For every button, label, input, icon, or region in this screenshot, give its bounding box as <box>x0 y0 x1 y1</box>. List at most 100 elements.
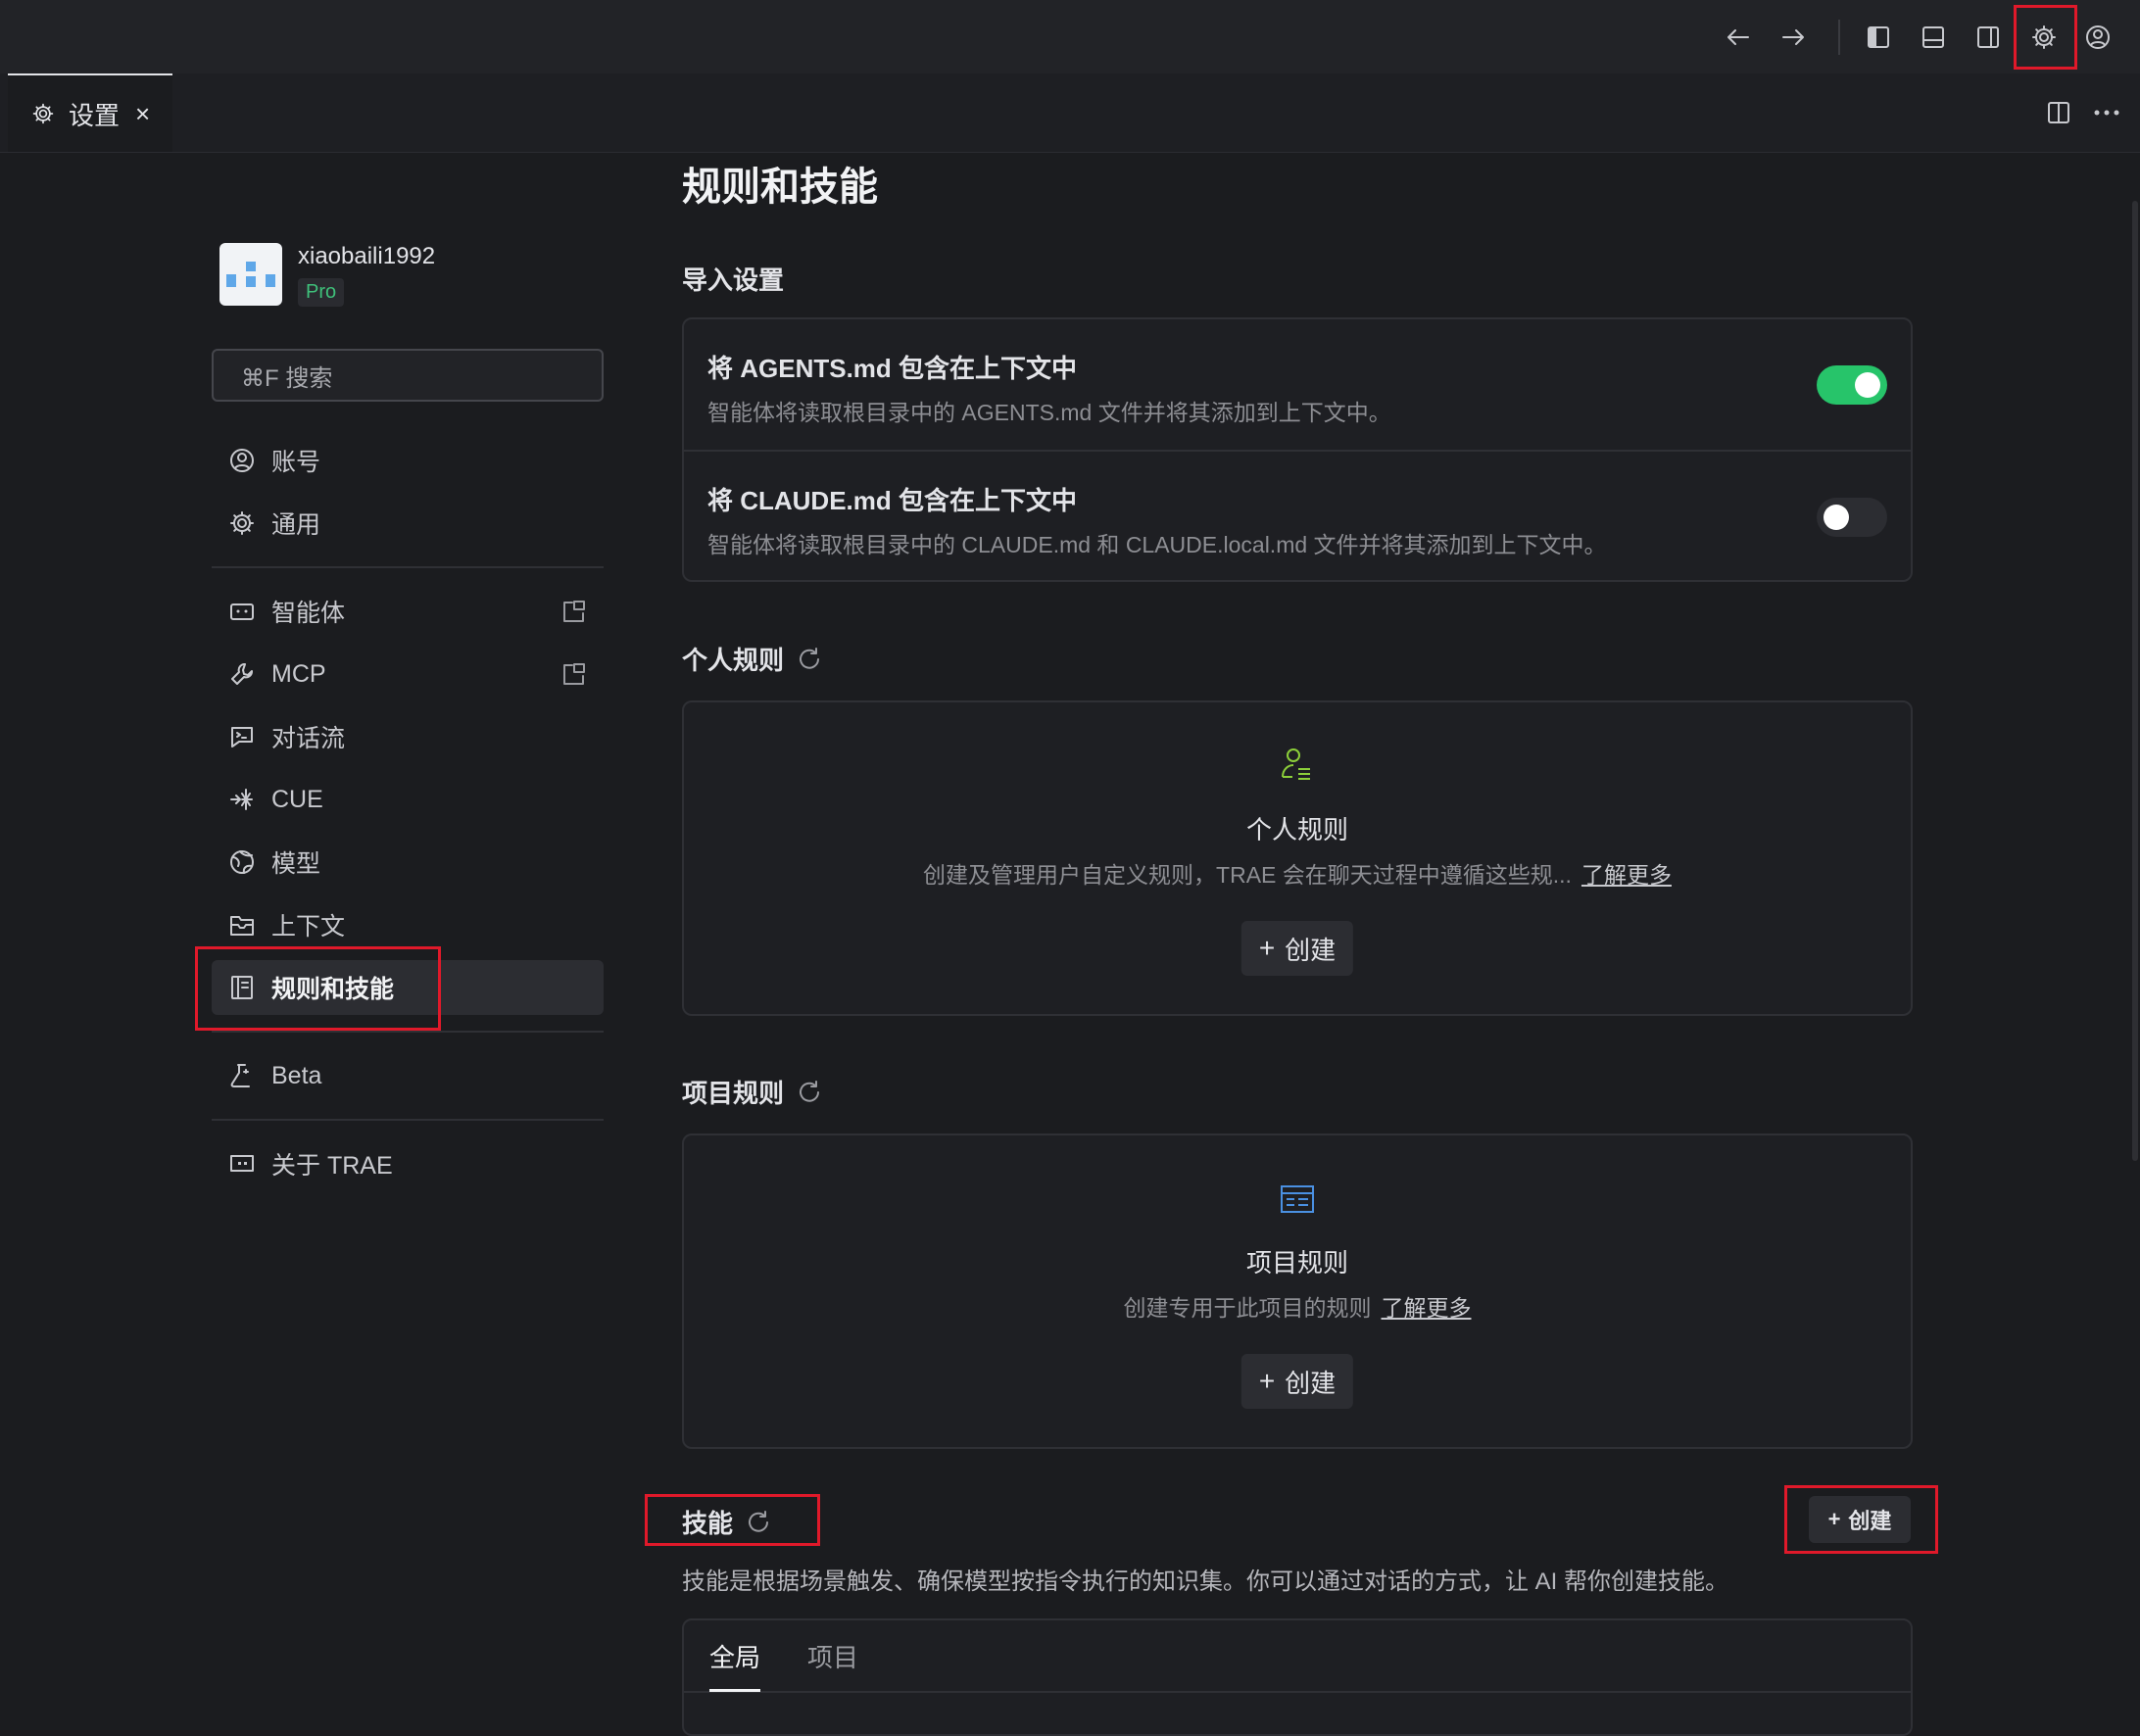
personal-rules-card: 个人规则 创建及管理用户自定义规则，TRAE 会在聊天过程中遵循这些规... 了解… <box>682 700 1913 1016</box>
sidebar-item-context[interactable]: 上下文 <box>212 897 604 952</box>
title-bar <box>0 0 2140 73</box>
split-editor-icon[interactable] <box>2045 99 2072 126</box>
tab-label: 设置 <box>69 100 121 130</box>
project-rules-empty-title: 项目规则 <box>1245 1248 1348 1278</box>
sidebar-item-label: 通用 <box>271 511 321 539</box>
tab-divider <box>684 1691 1911 1693</box>
toggle-left-panel-icon[interactable] <box>1860 19 1897 56</box>
external-link-icon <box>560 598 588 625</box>
sidebar-divider <box>212 1119 604 1121</box>
folder-icon <box>228 911 256 939</box>
search-input[interactable]: ⌘F 搜索 <box>212 349 604 402</box>
sidebar-item-label: Beta <box>271 1061 322 1089</box>
section-title-label: 项目规则 <box>682 1079 785 1108</box>
toggle-knob <box>1855 372 1880 398</box>
sidebar-item-label: 关于 TRAE <box>271 1152 393 1180</box>
plan-badge: Pro <box>298 278 345 307</box>
project-rules-icon <box>1278 1181 1317 1220</box>
claude-md-toggle[interactable] <box>1817 498 1887 537</box>
username: xiaobaili1992 <box>298 243 436 269</box>
sidebar-item-label: MCP <box>271 659 326 688</box>
sidebar-item-label: CUE <box>271 785 323 813</box>
skills-tabs-card: 全局 项目 <box>682 1618 1913 1736</box>
scrollbar[interactable] <box>2132 201 2138 1161</box>
personal-rules-title: 个人规则 <box>682 641 823 677</box>
claude-md-desc: 智能体将读取根目录中的 CLAUDE.md 和 CLAUDE.local.md … <box>707 532 1607 557</box>
sidebar-item-models[interactable]: 模型 <box>212 835 604 890</box>
section-title-label: 个人规则 <box>682 646 785 675</box>
skills-highlight-box <box>645 1494 820 1546</box>
robot-icon <box>228 598 256 625</box>
external-link-icon <box>560 660 588 688</box>
sidebar-item-general[interactable]: 通用 <box>212 496 604 551</box>
close-icon[interactable]: × <box>135 99 150 129</box>
learn-more-link[interactable]: 了解更多 <box>1581 862 1672 888</box>
active-tab-indicator <box>709 1689 760 1692</box>
editor-tab-bar: 设置 × <box>0 73 2140 153</box>
project-rules-desc-text: 创建专用于此项目的规则 <box>1123 1295 1372 1321</box>
refresh-icon[interactable] <box>796 646 823 673</box>
back-arrow-icon[interactable] <box>1720 19 1757 56</box>
globe-icon <box>228 848 256 876</box>
skills-description: 技能是根据场景触发、确保模型按指令执行的知识集。你可以通过对话的方式，让 AI … <box>682 1568 1729 1595</box>
gear-icon <box>31 102 55 125</box>
sidebar-item-label: 上下文 <box>271 913 346 940</box>
create-label: 创建 <box>1285 935 1337 965</box>
sidebar-item-conversation-flow[interactable]: 对话流 <box>212 709 604 764</box>
personal-rules-desc-text: 创建及管理用户自定义规则，TRAE 会在聊天过程中遵循这些规... <box>923 862 1572 888</box>
toolbar-divider <box>1838 20 1840 55</box>
rules-skills-highlight-box <box>195 946 441 1031</box>
agents-md-toggle[interactable] <box>1817 365 1887 405</box>
sidebar-item-label: 智能体 <box>271 600 346 627</box>
user-circle-icon <box>228 447 256 474</box>
trae-logo-icon <box>228 1150 256 1178</box>
sidebar-item-cue[interactable]: CUE <box>212 772 604 827</box>
create-project-rule-button[interactable]: + 创建 <box>1240 1354 1354 1409</box>
create-personal-rule-button[interactable]: + 创建 <box>1240 921 1354 976</box>
plus-icon: + <box>1258 1366 1276 1396</box>
project-rules-title: 项目规则 <box>682 1074 823 1110</box>
sidebar-item-label: 账号 <box>271 449 321 476</box>
toggle-bottom-panel-icon[interactable] <box>1915 19 1952 56</box>
sidebar-item-about[interactable]: 关于 TRAE <box>212 1136 604 1191</box>
tab-global[interactable]: 全局 <box>709 1638 760 1674</box>
project-rules-card: 项目规则 创建专用于此项目的规则 了解更多 + 创建 <box>682 1133 1913 1449</box>
gear-icon <box>228 509 256 537</box>
agents-md-title: 将 AGENTS.md 包含在上下文中 <box>707 354 1078 383</box>
account-icon[interactable] <box>2079 19 2116 56</box>
agents-md-desc: 智能体将读取根目录中的 AGENTS.md 文件并将其添加到上下文中。 <box>707 400 1391 425</box>
sidebar-item-account[interactable]: 账号 <box>212 433 604 488</box>
sidebar-item-beta[interactable]: Beta <box>212 1048 604 1103</box>
sidebar-item-label: 模型 <box>271 850 321 878</box>
tab-project[interactable]: 项目 <box>807 1638 858 1674</box>
chat-icon <box>228 723 256 750</box>
claude-md-title: 将 CLAUDE.md 包含在上下文中 <box>707 486 1078 515</box>
user-rules-icon <box>1278 746 1317 785</box>
toggle-right-panel-icon[interactable] <box>1970 19 2007 56</box>
page-title: 规则和技能 <box>682 166 878 209</box>
sidebar-item-mcp[interactable]: MCP <box>212 647 604 701</box>
plus-icon: + <box>1258 933 1276 963</box>
personal-rules-empty-title: 个人规则 <box>1245 815 1348 844</box>
create-skill-highlight-box <box>1784 1485 1938 1554</box>
import-settings-card: 将 AGENTS.md 包含在上下文中 智能体将读取根目录中的 AGENTS.m… <box>682 317 1913 582</box>
sidebar-item-agents[interactable]: 智能体 <box>212 584 604 639</box>
wrench-icon <box>228 660 256 688</box>
section-title-label: 导入设置 <box>682 265 785 295</box>
sidebar-divider <box>212 1031 604 1033</box>
toggle-knob <box>1824 505 1849 530</box>
sparkle-icon <box>228 786 256 813</box>
tab-settings[interactable]: 设置 × <box>8 73 172 152</box>
settings-highlight-box <box>2014 5 2077 70</box>
more-options-icon[interactable] <box>2092 99 2121 126</box>
personal-rules-empty-desc: 创建及管理用户自定义规则，TRAE 会在聊天过程中遵循这些规... 了解更多 <box>684 856 1911 890</box>
learn-more-link[interactable]: 了解更多 <box>1382 1295 1472 1321</box>
forward-arrow-icon[interactable] <box>1775 19 1812 56</box>
project-rules-empty-desc: 创建专用于此项目的规则 了解更多 <box>684 1289 1911 1323</box>
avatar <box>219 243 282 306</box>
import-settings-title: 导入设置 <box>682 261 784 297</box>
create-label: 创建 <box>1285 1368 1337 1398</box>
claude-md-row: 将 CLAUDE.md 包含在上下文中 智能体将读取根目录中的 CLAUDE.m… <box>684 452 1911 582</box>
sidebar-divider <box>212 566 604 568</box>
refresh-icon[interactable] <box>796 1079 823 1106</box>
